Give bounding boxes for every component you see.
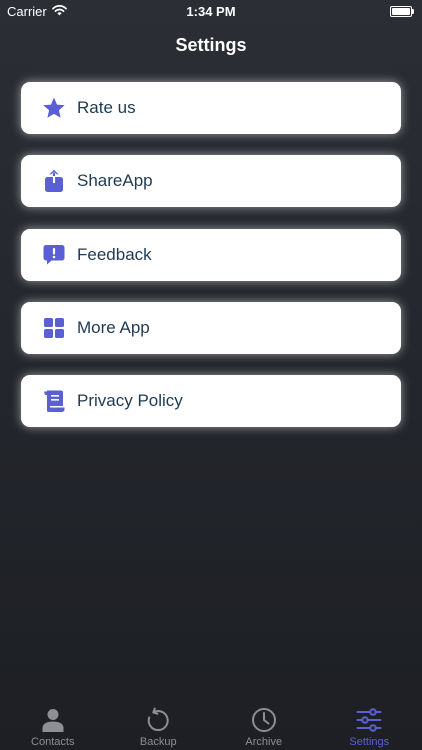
- person-icon: [39, 706, 67, 734]
- status-time: 1:34 PM: [186, 4, 236, 19]
- tab-settings-label: Settings: [349, 736, 390, 748]
- feedback-button[interactable]: Feedback: [21, 228, 401, 281]
- star-icon: [42, 96, 66, 120]
- status-bar: Carrier 1:34 PM: [0, 0, 422, 22]
- privacy-policy-label: Privacy Policy: [77, 391, 183, 411]
- more-app-button[interactable]: More App: [21, 301, 401, 354]
- tab-archive-label: Archive: [245, 736, 283, 748]
- more-app-label: More App: [77, 317, 150, 337]
- sliders-icon: [355, 706, 383, 734]
- rate-us-label: Rate us: [77, 98, 136, 117]
- tab-bar: Contacts Backup Archive Settings: [0, 700, 422, 750]
- clock-icon: [250, 706, 278, 734]
- page-title: Settings: [175, 35, 247, 55]
- settings-list: Rate us ShareApp Feedback More App Priva…: [21, 82, 401, 448]
- grid-icon: [42, 316, 66, 340]
- feedback-label: Feedback: [77, 244, 152, 264]
- rate-us-button[interactable]: Rate us: [21, 82, 401, 134]
- feedback-icon: [42, 243, 66, 267]
- battery-icon: [390, 6, 414, 17]
- tab-archive[interactable]: Archive: [211, 700, 317, 750]
- tab-contacts-label: Contacts: [31, 736, 75, 748]
- tab-settings[interactable]: Settings: [317, 700, 422, 750]
- tab-contacts[interactable]: Contacts: [0, 700, 106, 750]
- privacy-policy-button[interactable]: Privacy Policy: [21, 375, 401, 428]
- share-app-button[interactable]: ShareApp: [21, 155, 401, 208]
- share-icon: [42, 169, 66, 193]
- tab-backup-label: Backup: [139, 736, 177, 748]
- backup-icon: [144, 706, 172, 734]
- share-app-label: ShareApp: [77, 171, 153, 191]
- tab-backup[interactable]: Backup: [106, 700, 212, 750]
- document-icon: [42, 389, 66, 413]
